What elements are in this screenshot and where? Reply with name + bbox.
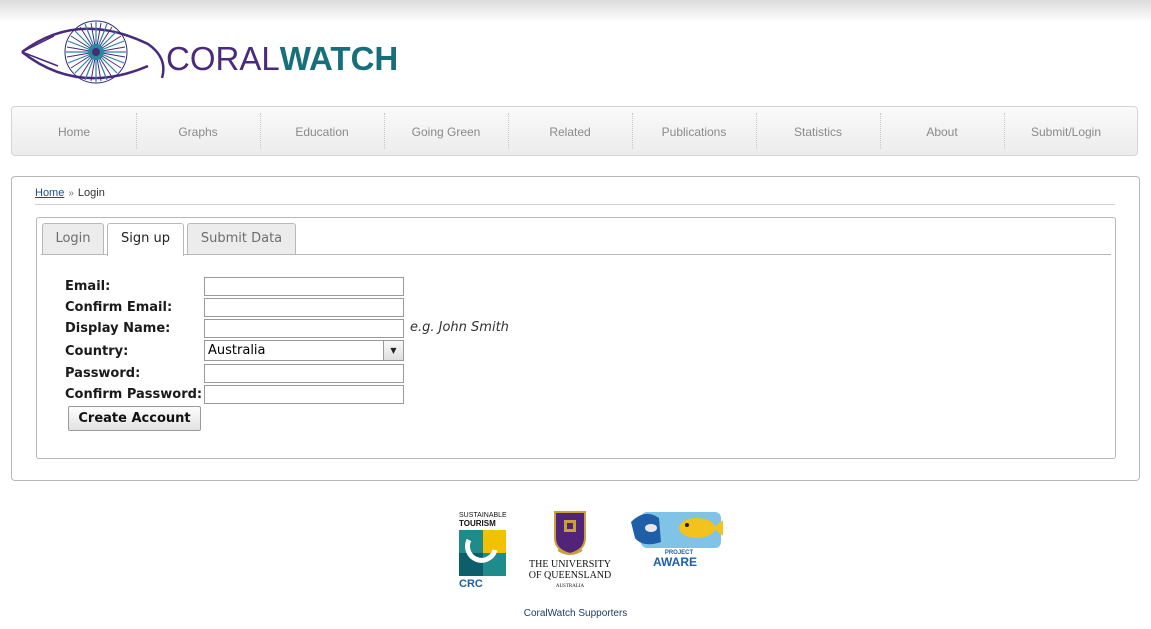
create-account-button[interactable]: Create Account [68, 406, 201, 431]
logo-text-coral: CORAL [166, 40, 280, 77]
display-name-hint: e.g. John Smith [410, 320, 509, 335]
breadcrumb: Home » Login [35, 187, 1115, 205]
account-tabs-box: Login Sign up Submit Data Email: Confirm… [36, 217, 1116, 459]
uq-text-3: AUSTRALIA [556, 584, 585, 589]
confirm-email-field[interactable] [204, 298, 404, 317]
breadcrumb-home-link[interactable]: Home [35, 187, 64, 199]
confirm-password-field[interactable] [204, 385, 404, 404]
breadcrumb-separator: » [68, 188, 74, 199]
nav-item-statistics[interactable]: Statistics [756, 107, 880, 155]
tab-sign-up[interactable]: Sign up [107, 223, 184, 256]
tab-divider [41, 254, 1111, 255]
country-select[interactable]: Australia ▼ [204, 340, 404, 361]
nav-item-related[interactable]: Related [508, 107, 632, 155]
display-name-label: Display Name: [65, 321, 171, 336]
breadcrumb-current: Login [77, 187, 105, 199]
country-label: Country: [65, 344, 129, 359]
content-panel: Home» Login Login Sign up Submit Data Ema… [11, 176, 1140, 481]
project-aware-logo[interactable]: PROJECT AWARE [631, 508, 725, 570]
tab-login[interactable]: Login [42, 223, 104, 254]
country-select-value: Australia [208, 343, 266, 358]
logo-wordmark: CORALWATCH [166, 40, 398, 78]
aware-text-2: AWARE [653, 555, 697, 569]
nav-item-graphs[interactable]: Graphs [136, 107, 260, 155]
nav-item-going-green[interactable]: Going Green [384, 107, 508, 155]
uq-crest-icon: THE UNIVERSITY OF QUEENSLAND AUSTRALIA [529, 511, 612, 589]
university-of-queensland-logo[interactable]: THE UNIVERSITY OF QUEENSLAND AUSTRALIA [528, 510, 612, 590]
uq-text-1: THE UNIVERSITY [529, 559, 611, 570]
coralwatch-logo[interactable]: CORALWATCH [18, 18, 398, 92]
supporters-caption: CoralWatch Supporters [523, 608, 628, 619]
project-aware-icon: PROJECT AWARE [631, 512, 723, 569]
eye-logo-icon [21, 20, 165, 84]
stcrc-text-2: TOURISM [459, 519, 496, 528]
confirm-password-label: Confirm Password: [65, 387, 203, 402]
stcrc-logo-icon: SUSTAINABLE TOURISM CRC [459, 512, 507, 590]
password-label: Password: [65, 366, 141, 381]
stcrc-text-3: CRC [459, 578, 483, 590]
tab-submit-data[interactable]: Submit Data [187, 223, 296, 254]
display-name-field[interactable] [204, 319, 404, 338]
nav-item-submit-login[interactable]: Submit/Login [1004, 107, 1128, 155]
email-field[interactable] [204, 277, 404, 296]
password-field[interactable] [204, 364, 404, 383]
confirm-email-label: Confirm Email: [65, 300, 173, 315]
nav-item-education[interactable]: Education [260, 107, 384, 155]
dropdown-arrow-icon[interactable]: ▼ [383, 341, 403, 360]
nav-item-home[interactable]: Home [12, 107, 136, 155]
nav-item-publications[interactable]: Publications [632, 107, 756, 155]
nav-item-about[interactable]: About [880, 107, 1004, 155]
stcrc-text-1: SUSTAINABLE [459, 512, 507, 519]
email-label: Email: [65, 279, 111, 294]
main-nav: Home Graphs Education Going Green Relate… [11, 106, 1138, 156]
logo-text-watch: WATCH [279, 40, 399, 77]
uq-text-2: OF QUEENSLAND [529, 570, 612, 581]
sustainable-tourism-crc-logo[interactable]: SUSTAINABLE TOURISM CRC [459, 510, 509, 590]
